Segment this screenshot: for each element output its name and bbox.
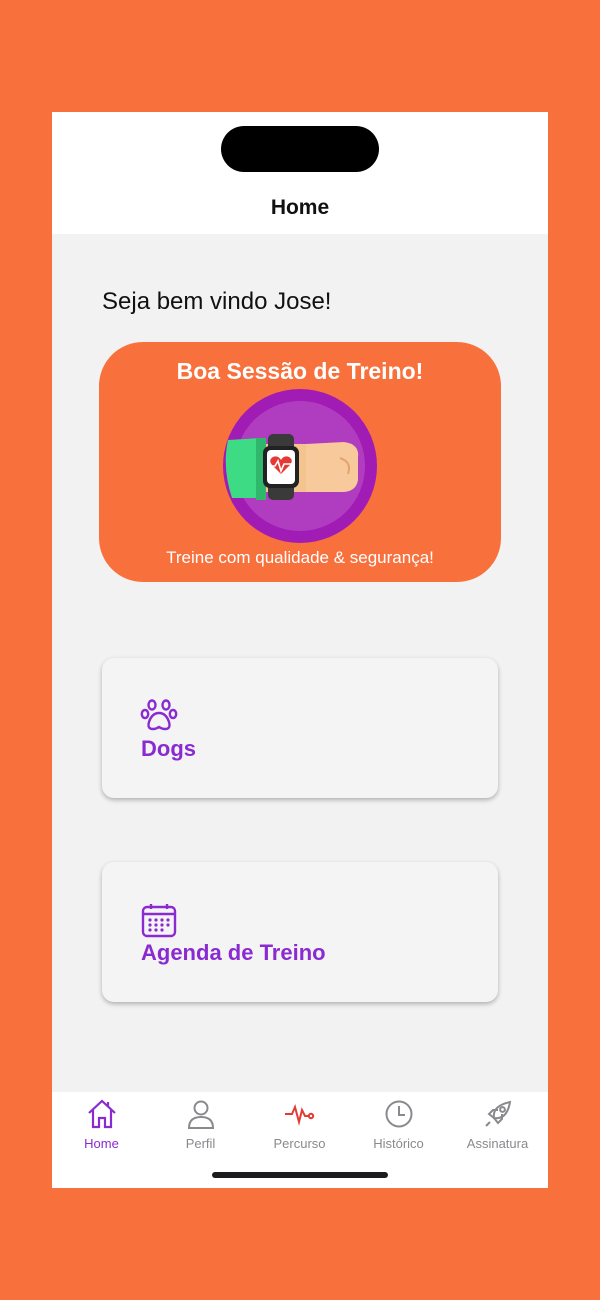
tab-perfil[interactable]: Perfil: [151, 1092, 250, 1162]
tab-assinatura-label: Assinatura: [466, 1136, 529, 1151]
tab-perfil-label: Perfil: [185, 1136, 216, 1151]
smartwatch-heart-icon: [220, 388, 380, 549]
training-schedule-card-label: Agenda de Treino: [141, 940, 326, 965]
tab-historico-label: Histórico: [373, 1136, 424, 1151]
tab-home[interactable]: Home: [52, 1092, 151, 1162]
page-title: Home: [270, 196, 330, 219]
tab-historico[interactable]: Histórico: [349, 1092, 448, 1162]
tab-percurso[interactable]: Percurso: [250, 1092, 349, 1162]
navigation-header: Home: [52, 112, 548, 234]
paw-icon: [140, 698, 178, 737]
home-indicator: [212, 1172, 388, 1178]
tab-home-label: Home: [84, 1136, 119, 1151]
bottom-tab-bar: Home Perfil Percurso Histórico Assinatur…: [52, 1092, 548, 1188]
home-icon: [88, 1099, 116, 1129]
clock-icon: [385, 1100, 413, 1128]
tab-assinatura[interactable]: Assinatura: [448, 1092, 547, 1162]
welcome-message: Seja bem vindo Jose!: [102, 288, 332, 315]
dogs-card[interactable]: Dogs: [102, 658, 498, 798]
phone-screen: Home Seja bem vindo Jose! Boa Sessão de …: [52, 112, 548, 1188]
dynamic-island: [221, 126, 379, 172]
calendar-icon: [140, 902, 178, 943]
training-banner: Boa Sessão de Treino! Treine com qualida…: [99, 342, 501, 582]
training-schedule-card[interactable]: Agenda de Treino: [102, 862, 498, 1002]
banner-subtitle: Treine com qualidade & segurança!: [166, 548, 434, 567]
dogs-card-label: Dogs: [141, 736, 196, 761]
user-icon: [187, 1100, 215, 1129]
heartbeat-icon: [285, 1103, 315, 1126]
banner-title: Boa Sessão de Treino!: [176, 358, 424, 384]
rocket-icon: [485, 1100, 512, 1127]
tab-percurso-label: Percurso: [273, 1136, 326, 1151]
